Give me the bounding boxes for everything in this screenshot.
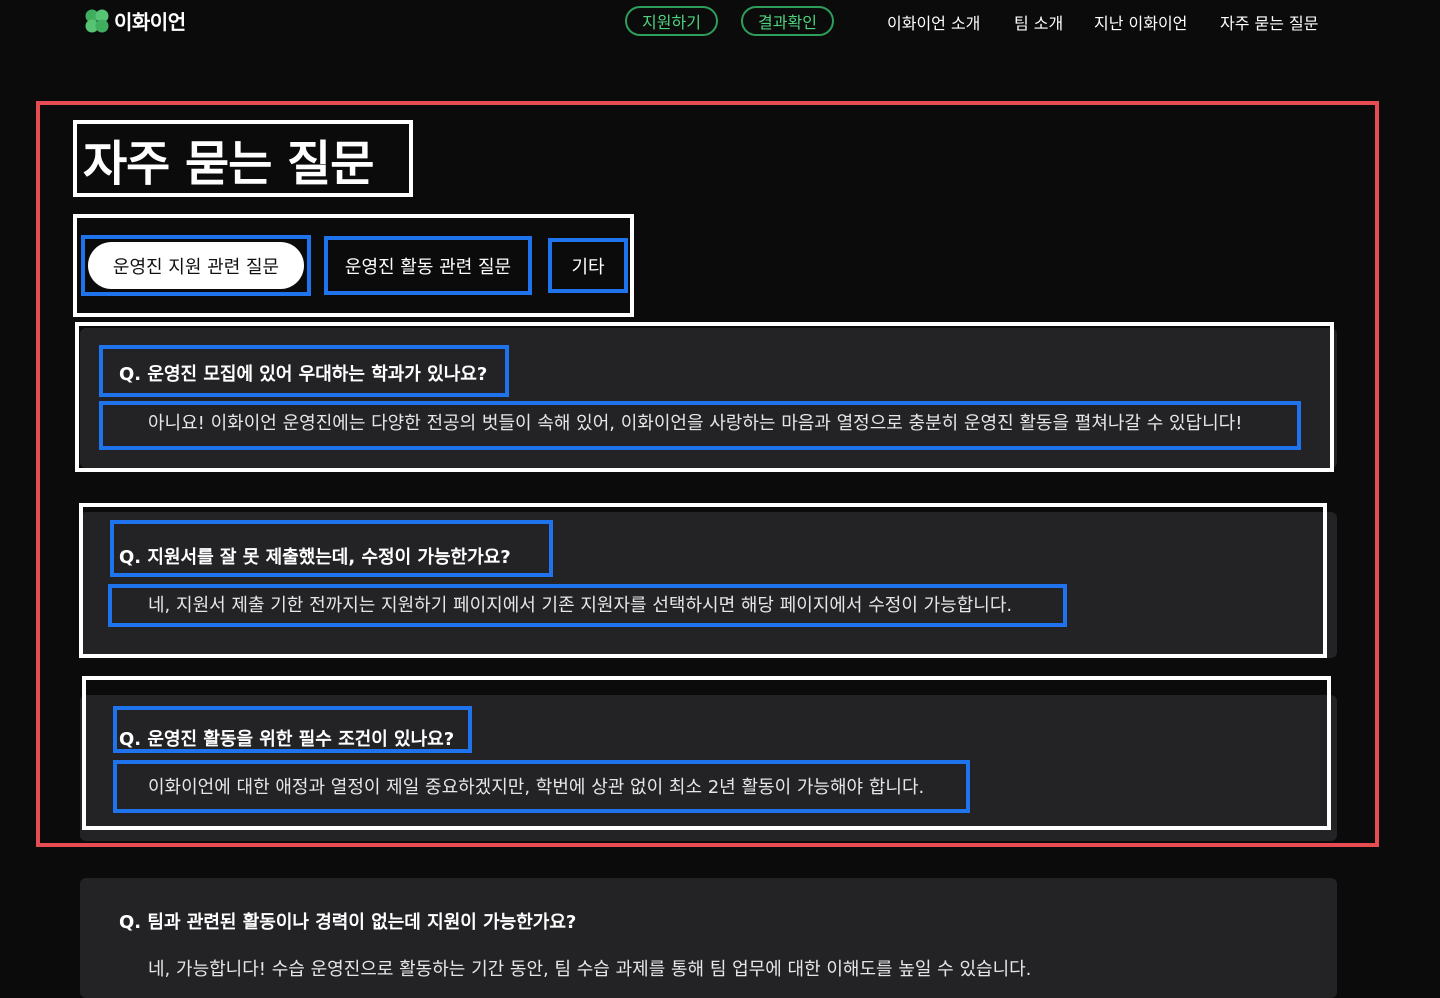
tab-label: 운영진 지원 관련 질문 bbox=[88, 242, 304, 289]
faq-question[interactable]: Q. 지원서를 잘 못 제출했는데, 수정이 가능한가요? bbox=[119, 543, 511, 569]
nav-faq[interactable]: 자주 묻는 질문 bbox=[1220, 10, 1319, 34]
tab-activity-questions[interactable]: 운영진 활동 관련 질문 bbox=[324, 236, 532, 295]
nav-past[interactable]: 지난 이화이언 bbox=[1094, 10, 1187, 34]
result-button[interactable]: 결과확인 bbox=[741, 6, 834, 36]
top-navbar: 이화이언 지원하기 결과확인 이화이언 소개 팀 소개 지난 이화이언 자주 묻… bbox=[0, 0, 1440, 44]
tab-apply-questions[interactable]: 운영진 지원 관련 질문 bbox=[81, 235, 311, 296]
nav-about[interactable]: 이화이언 소개 bbox=[887, 10, 980, 34]
faq-answer: 네, 지원서 제출 기한 전까지는 지원하기 페이지에서 기존 지원자를 선택하… bbox=[148, 595, 1013, 616]
faq-question[interactable]: Q. 운영진 활동을 위한 필수 조건이 있나요? bbox=[119, 725, 454, 751]
apply-button[interactable]: 지원하기 bbox=[625, 6, 718, 36]
faq-question[interactable]: Q. 팀과 관련된 활동이나 경력이 없는데 지원이 가능한가요? bbox=[119, 908, 576, 934]
logo[interactable]: 이화이언 bbox=[84, 6, 186, 35]
tab-etc[interactable]: 기타 bbox=[548, 238, 628, 293]
faq-answer: 네, 가능합니다! 수습 운영진으로 활동하는 기간 동안, 팀 수습 과제를 … bbox=[148, 959, 1032, 980]
clover-logo-icon bbox=[85, 9, 109, 32]
faq-answer: 이화이언에 대한 애정과 열정이 제일 중요하겠지만, 학번에 상관 없이 최소… bbox=[148, 777, 925, 798]
page-title: 자주 묻는 질문 bbox=[83, 136, 374, 192]
title-frame: 자주 묻는 질문 bbox=[73, 120, 413, 197]
faq-answer: 아니요! 이화이언 운영진에는 다양한 전공의 벗들이 속해 있어, 이화이언을… bbox=[148, 413, 1243, 434]
nav-team[interactable]: 팀 소개 bbox=[1014, 10, 1063, 34]
logo-text: 이화이언 bbox=[114, 10, 186, 34]
faq-question[interactable]: Q. 운영진 모집에 있어 우대하는 학과가 있나요? bbox=[119, 360, 487, 386]
